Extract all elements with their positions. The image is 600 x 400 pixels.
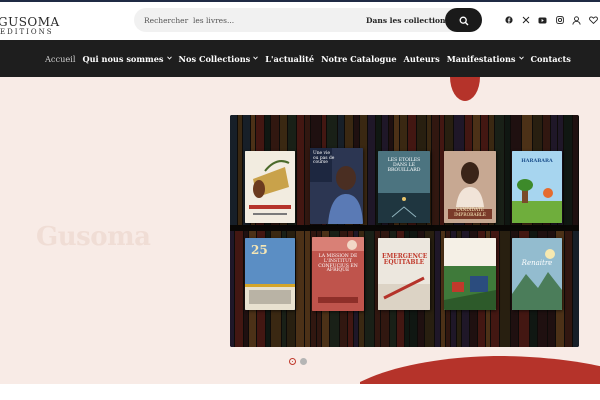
book-title: Une vie ou pas de course	[313, 151, 335, 166]
nav-item-label: Notre Catalogue	[321, 53, 397, 64]
search-button[interactable]	[445, 8, 482, 32]
header-bar: GUSOMA EDITIONS Dans les collections	[0, 0, 600, 40]
book-title: HARABARA	[521, 158, 553, 164]
x-icon[interactable]	[517, 12, 534, 28]
logo-sub-text: EDITIONS	[0, 28, 54, 36]
slider-dot[interactable]	[300, 358, 307, 365]
nav-item[interactable]: Auteurs	[404, 54, 440, 64]
logo-main-text: GUSOMA	[0, 15, 60, 29]
nav-item-label: Nos Collections	[178, 53, 251, 64]
nav-item-label: Qui nous sommes	[82, 53, 164, 64]
shelf-shade	[230, 115, 579, 347]
header-icons	[500, 12, 600, 28]
book-cover	[444, 238, 496, 310]
nav-item[interactable]: Contacts	[531, 54, 571, 64]
logo[interactable]: GUSOMA EDITIONS	[0, 15, 60, 40]
youtube-icon[interactable]	[534, 12, 551, 28]
book-title: 25	[251, 243, 268, 257]
search-icon	[459, 11, 469, 30]
book-cover: Renaitre	[512, 238, 562, 310]
heart-icon[interactable]	[585, 12, 600, 28]
book-title: Renaitre	[521, 259, 553, 267]
slider-pagination	[289, 358, 307, 365]
chevron-down-icon	[166, 55, 172, 62]
book-cover: Une vie ou pas de course	[310, 148, 363, 224]
book-cover: LA MISSION DE L'INSTITUT CONFUCIUS EN AF…	[312, 237, 364, 311]
hero-slide-image[interactable]: Une vie ou pas de course LES ETOILES DAN…	[230, 115, 579, 347]
book-cover: 25	[245, 238, 295, 310]
slider-dot-active[interactable]	[289, 358, 296, 365]
book-cover: LES ETOILES DANS LE BROUILLARD	[378, 151, 430, 223]
search-bar: Dans les collections	[134, 8, 482, 32]
chevron-down-icon	[253, 55, 259, 62]
decorative-semicircle	[450, 77, 480, 103]
search-input[interactable]	[144, 12, 344, 28]
user-icon[interactable]	[568, 12, 585, 28]
nav-item-label: L'actualité	[265, 53, 315, 64]
decorative-arc	[360, 352, 600, 384]
book-title: LES ETOILES DANS LE BROUILLARD	[387, 158, 421, 173]
book-cover: CANDIDATE IMPROBABLE	[444, 151, 496, 223]
hero-watermark: Gusoma	[36, 222, 151, 252]
book-title: LA MISSION DE L'INSTITUT CONFUCIUS EN AF…	[318, 254, 358, 274]
book-title: CANDIDATE IMPROBABLE	[454, 208, 486, 218]
hero-section: Gusoma Une vie ou pas de course LES ETOI…	[0, 77, 600, 384]
nav-item-label: Accueil	[45, 53, 76, 64]
facebook-icon[interactable]	[500, 12, 517, 28]
main-navigation: Accueil Qui nous sommes Nos Collections L'a…	[0, 40, 600, 77]
nav-item[interactable]: Accueil	[45, 54, 75, 64]
nav-item[interactable]: Nos Collections	[179, 54, 259, 64]
nav-item[interactable]: Qui nous sommes	[82, 53, 172, 64]
book-title: EMERGENCE EQUITABLE	[382, 253, 428, 267]
nav-items: Accueil Qui nous sommes Nos Collections L'a…	[45, 40, 578, 77]
nav-item[interactable]: L'actualité	[265, 54, 314, 64]
nav-item-label: Auteurs	[403, 53, 440, 64]
collections-select-label: Dans les collections	[366, 15, 450, 25]
book-cover	[245, 151, 295, 223]
book-cover: HARABARA	[512, 151, 562, 223]
nav-item-label: Manifestations	[446, 53, 516, 64]
bookshelf-background	[230, 115, 579, 347]
chevron-down-icon	[518, 55, 524, 62]
nav-item[interactable]: Notre Catalogue	[321, 54, 396, 64]
nav-item-label: Contacts	[530, 53, 571, 64]
book-cover: EMERGENCE EQUITABLE	[378, 238, 430, 310]
instagram-icon[interactable]	[551, 12, 568, 28]
nav-item[interactable]: Manifestations	[447, 54, 524, 64]
